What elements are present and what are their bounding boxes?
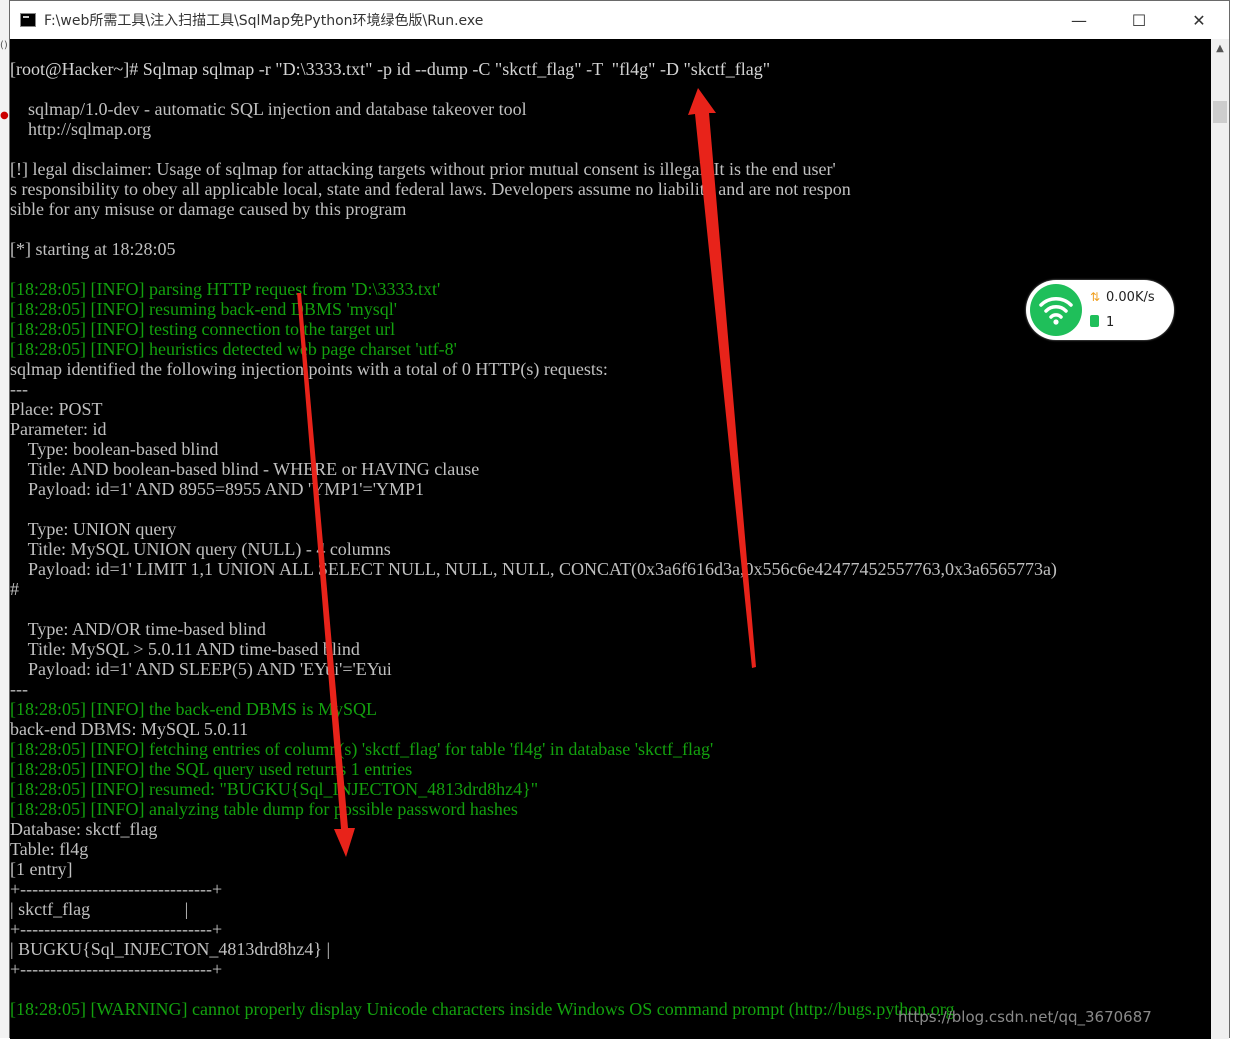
annotation-arrow-down — [297, 293, 355, 857]
annotation-arrows — [297, 88, 756, 857]
annotation-arrow-up — [688, 88, 756, 668]
watermark: https://blog.csdn.net/qq_3670687 — [898, 1008, 1152, 1026]
